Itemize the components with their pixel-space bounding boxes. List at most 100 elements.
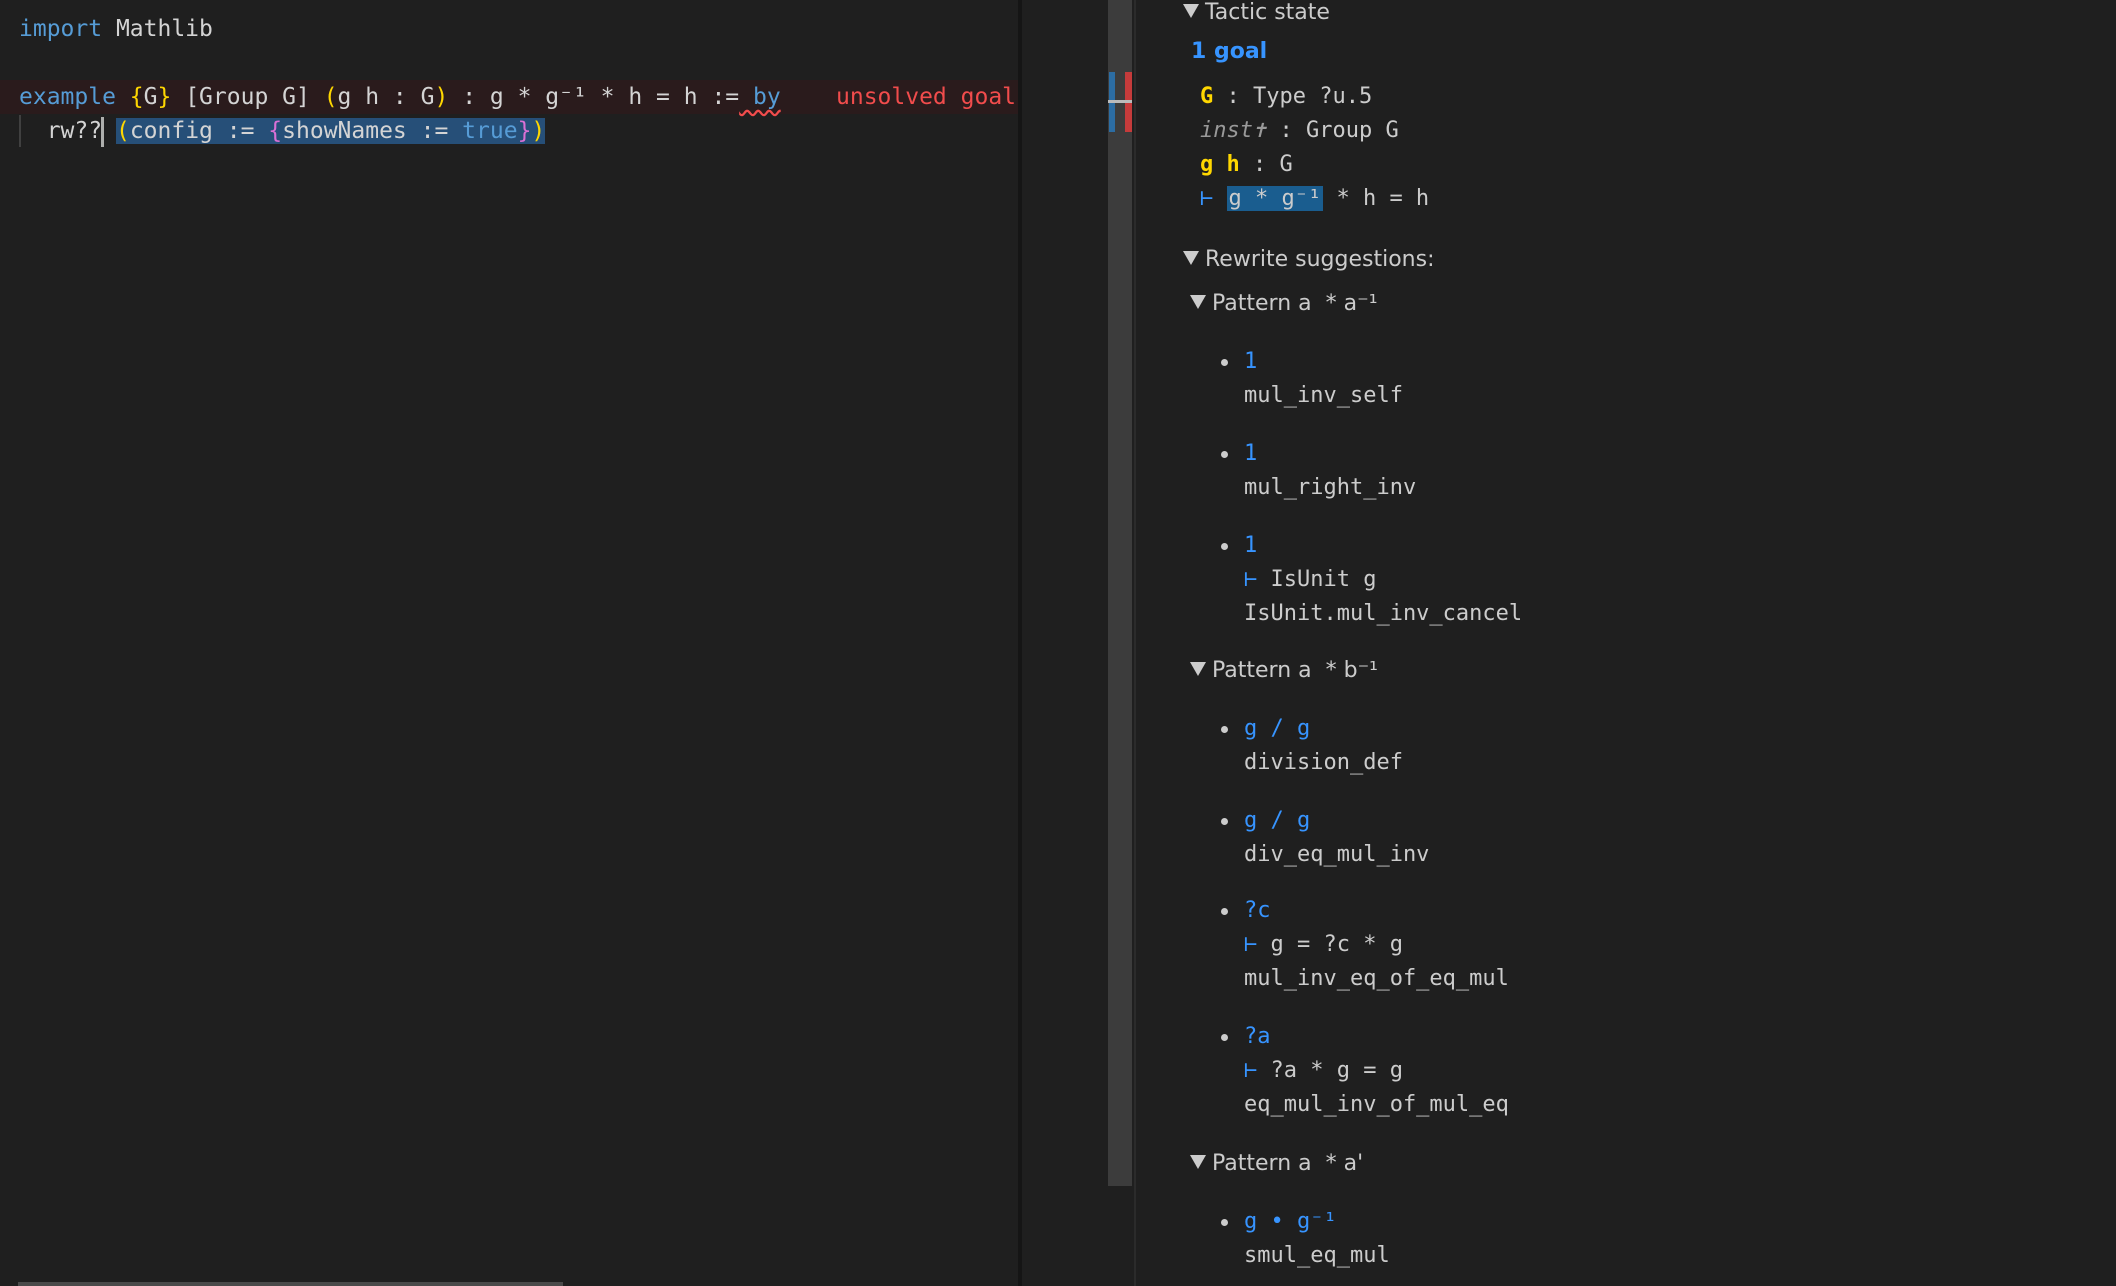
pattern-label: Pattern a * a' [1212, 1151, 1364, 1176]
hypothesis-row[interactable]: inst✝ : Group G [1200, 118, 1399, 143]
unsolved-goals-diagnostic[interactable]: unsolved goals [836, 80, 1020, 114]
rw-tactic: rw?? [46, 118, 103, 144]
rewrite-result[interactable]: g / g [1244, 808, 1310, 833]
hyp-type[interactable]: Group G [1306, 118, 1399, 143]
pattern-label: Pattern a * a⁻¹ [1212, 291, 1378, 316]
pattern-toggle[interactable]: Pattern a * a⁻¹ [1190, 291, 1378, 316]
side-goal-text[interactable]: ?a * g = g [1271, 1058, 1403, 1083]
side-goal-text[interactable]: IsUnit g [1271, 567, 1377, 592]
collapse-triangle-icon [1190, 1155, 1206, 1169]
lean-infoview[interactable]: Tactic state 1 goal G : Type ?u.5 inst✝ … [1136, 0, 2116, 1286]
config-brace-close: } [517, 118, 532, 144]
hypothesis-row[interactable]: g h : G [1200, 152, 1293, 177]
bullet-icon [1221, 1219, 1228, 1226]
side-goal[interactable]: ⊢ ?a * g = g [1244, 1058, 1403, 1083]
code-line-1[interactable]: import Mathlib [0, 12, 1020, 46]
type-variable: G [143, 84, 158, 110]
hyp-sep: : [1239, 152, 1280, 177]
rewrite-lemma[interactable]: eq_mul_inv_of_mul_eq [1244, 1092, 1509, 1117]
hyp-names[interactable]: g h [1200, 152, 1240, 177]
side-goal[interactable]: ⊢ IsUnit g [1244, 567, 1376, 592]
turnstile: ⊢ [1244, 567, 1258, 592]
tactic-state-toggle[interactable]: Tactic state [1183, 0, 1330, 25]
show-names-field: showNames [282, 118, 407, 144]
true-literal: true [462, 118, 518, 144]
rewrite-suggestions-toggle[interactable]: Rewrite suggestions: [1183, 247, 1435, 272]
rewrite-lemma[interactable]: div_eq_mul_inv [1244, 842, 1429, 867]
overview-ruler[interactable] [1108, 0, 1132, 1186]
horizontal-scrollbar[interactable] [18, 1282, 563, 1286]
rewrite-result[interactable]: ?a [1244, 1024, 1271, 1049]
hyp-sep: : [1266, 118, 1306, 143]
rewrite-lemma[interactable]: division_def [1244, 750, 1403, 775]
example-keyword: example [19, 84, 116, 110]
import-keyword: import [19, 16, 103, 42]
rewrite-lemma[interactable]: smul_eq_mul [1244, 1243, 1390, 1268]
bullet-icon [1221, 359, 1228, 366]
rewrite-result[interactable]: ?c [1244, 898, 1271, 923]
config-paren-close: ) [531, 118, 546, 144]
implicit-brace-close: } [157, 84, 172, 110]
goal-highlighted-subterm[interactable]: g * g⁻¹ [1226, 186, 1324, 211]
explicit-binders: g h : G [337, 84, 435, 110]
hyp-type[interactable]: Type ?u.5 [1253, 84, 1372, 109]
bullet-icon [1221, 451, 1228, 458]
side-goal[interactable]: ⊢ g = ?c * g [1244, 932, 1403, 957]
hyp-names[interactable]: inst✝ [1200, 118, 1266, 143]
explicit-paren-open: ( [309, 84, 338, 110]
rewrite-result[interactable]: 1 [1244, 533, 1257, 558]
selected-config[interactable]: (config := {showNames := true}) [115, 118, 546, 144]
text-cursor [101, 117, 104, 147]
rewrite-lemma[interactable]: IsUnit.mul_inv_cancel [1244, 601, 1522, 626]
collapse-triangle-icon [1190, 662, 1206, 676]
rewrite-result[interactable]: g / g [1244, 716, 1310, 741]
pattern-toggle[interactable]: Pattern a * b⁻¹ [1190, 658, 1378, 683]
indent-guide [19, 115, 21, 147]
implicit-brace-open: { [115, 84, 144, 110]
theorem-statement: : g * g⁻¹ * h = h := [448, 84, 740, 110]
cursor-marker [1108, 100, 1132, 103]
editor-pane[interactable]: import Mathlib example {G} [Group G] (g … [0, 0, 1020, 1286]
code-line-3[interactable]: rw?? (config := {showNames := true}) [0, 114, 1020, 148]
rewrite-result[interactable]: 1 [1244, 441, 1257, 466]
instance-binder: [Group G] [171, 84, 310, 110]
bullet-icon [1221, 1034, 1228, 1041]
collapse-triangle-icon [1190, 295, 1206, 309]
assign-operator-2: := [406, 118, 463, 144]
tactic-state-label: Tactic state [1205, 0, 1330, 25]
goal-count[interactable]: 1 goal [1191, 39, 1267, 64]
assign-operator: := [212, 118, 269, 144]
pattern-label: Pattern a * b⁻¹ [1212, 658, 1378, 683]
split-divider[interactable] [1018, 0, 1022, 1286]
goal-row[interactable]: ⊢ g * g⁻¹ * h = h [1200, 186, 1429, 211]
hyp-type[interactable]: G [1280, 152, 1293, 177]
rewrite-suggestions-label: Rewrite suggestions: [1205, 247, 1435, 272]
side-goal-text[interactable]: g = ?c * g [1271, 932, 1403, 957]
hyp-names[interactable]: G [1200, 84, 1213, 109]
config-brace-open: { [268, 118, 283, 144]
rewrite-lemma[interactable]: mul_inv_self [1244, 383, 1403, 408]
goal-rest[interactable]: * h = h [1323, 186, 1429, 211]
rewrite-result[interactable]: g • g⁻¹ [1244, 1209, 1337, 1234]
rewrite-lemma[interactable]: mul_inv_eq_of_eq_mul [1244, 966, 1509, 991]
collapse-triangle-icon [1183, 251, 1199, 265]
bullet-icon [1221, 818, 1228, 825]
collapse-triangle-icon [1183, 4, 1199, 18]
turnstile: ⊢ [1244, 1058, 1258, 1083]
explicit-paren-close: ) [434, 84, 449, 110]
bullet-icon [1221, 543, 1228, 550]
hypothesis-row[interactable]: G : Type ?u.5 [1200, 84, 1372, 109]
by-keyword[interactable]: by [739, 84, 781, 110]
rewrite-lemma[interactable]: mul_right_inv [1244, 475, 1416, 500]
config-keyword: config [129, 118, 213, 144]
config-paren-open: ( [115, 118, 130, 144]
code-line-2[interactable]: example {G} [Group G] (g h : G) : g * g⁻… [0, 80, 1020, 114]
module-name: Mathlib [102, 16, 213, 42]
bullet-icon [1221, 726, 1228, 733]
bullet-icon [1221, 908, 1228, 915]
turnstile: ⊢ [1244, 932, 1258, 957]
hyp-sep: : [1213, 84, 1253, 109]
rewrite-result[interactable]: 1 [1244, 349, 1257, 374]
turnstile: ⊢ [1200, 186, 1214, 211]
pattern-toggle[interactable]: Pattern a * a' [1190, 1151, 1363, 1176]
